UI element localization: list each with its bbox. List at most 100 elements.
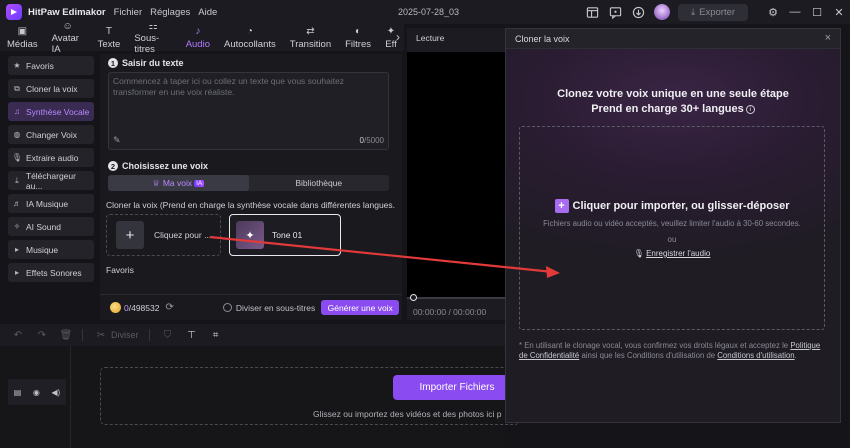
import-files-button[interactable]: Importer Fichiers <box>393 375 521 400</box>
sidebar-item-favorites[interactable]: ★ Favoris <box>8 56 94 75</box>
voice-upload-drop-zone[interactable]: + Cliquer pour importer, ou glisser-dépo… <box>519 126 825 330</box>
or-separator: ou <box>667 235 677 244</box>
sidebar-item-extract-audio[interactable]: 🎙 Extraire audio <box>8 148 94 167</box>
close-icon[interactable]: × <box>825 32 831 44</box>
import-audio-prompt[interactable]: + Cliquer pour importer, ou glisser-dépo… <box>520 199 824 213</box>
eye-icon[interactable]: ◉ <box>33 388 40 397</box>
scrubber-handle[interactable] <box>410 294 417 301</box>
tab-library[interactable]: Bibliothèque <box>249 175 390 191</box>
sidebar-item-ai-sound[interactable]: ✧ AI Sound <box>8 217 94 236</box>
media-icon: ▣ <box>17 26 28 37</box>
star-icon: ★ <box>13 61 21 70</box>
export-label: Exporter <box>699 6 736 18</box>
redo-icon[interactable]: ↷ <box>36 330 48 341</box>
tts-icon: ♫ <box>14 107 20 116</box>
sidebar-item-music[interactable]: ▸ Musique <box>8 240 94 259</box>
timeline-toolbar: ↶ ↷ 🗑 ✂ Diviser ⛉ ⊤ ⌗ <box>0 324 505 346</box>
sidebar-item-ai-music[interactable]: ♬ IA Musique <box>8 194 94 213</box>
info-icon[interactable]: i <box>745 105 755 114</box>
plus-icon: + <box>116 221 144 249</box>
triangle-right-icon: ▸ <box>14 245 19 254</box>
layout-icon[interactable] <box>585 5 599 19</box>
user-avatar[interactable] <box>654 4 670 20</box>
filter-icon: ◐ <box>355 26 362 37</box>
tab-effects[interactable]: ✦ Eff <box>378 24 404 51</box>
shield-icon[interactable]: ⛉ <box>162 330 174 341</box>
preview-panel: Lecture 00:00:00 / 00:00:00 <box>407 28 505 320</box>
tab-media[interactable]: ▣ Médias <box>0 24 45 51</box>
app-logo-icon <box>6 4 22 20</box>
crown-icon: ♕ <box>152 177 160 188</box>
split-subtitles-checkbox[interactable] <box>222 303 232 312</box>
step1-heading: 1 Saisir du texte <box>108 58 184 68</box>
step1-title: Saisir du texte <box>122 58 184 68</box>
crop-icon[interactable]: ⌗ <box>210 330 222 341</box>
toolbar-divider <box>148 329 150 341</box>
refresh-icon[interactable]: ⟳ <box>165 302 173 313</box>
sticker-icon: ◔ <box>246 26 253 37</box>
sidebar-item-change-voice[interactable]: ◍ Changer Voix <box>8 125 94 144</box>
generate-voice-button[interactable]: Générer une voix <box>321 300 400 315</box>
tool-tabs: ▣ Médias ☺ Avatar IA T Texte ⚏ Sous-titres ♪… <box>0 20 404 55</box>
tab-audio[interactable]: ♪ Audio <box>179 24 217 51</box>
timeline-drop-hint: Glissez ou importez des vidéos et des ph… <box>313 409 502 419</box>
undo-icon[interactable]: ↶ <box>12 330 24 341</box>
credits-counter: 0/498532 <box>124 302 160 313</box>
favorites-heading: Favoris <box>106 265 134 275</box>
tab-filters[interactable]: ◐ Filtres <box>338 24 378 51</box>
tab-stickers[interactable]: ◔ Autocollants <box>217 24 283 51</box>
transition-icon: ⇄ <box>306 26 315 37</box>
menu-help[interactable]: Aide <box>198 7 217 18</box>
text-icon: T <box>105 26 113 37</box>
voice-source-toggle: ♕ Ma voix IA Bibliothèque <box>108 175 389 191</box>
tts-text-placeholder: Commencez à taper ici ou collez un texte… <box>113 76 345 97</box>
sidebar-item-sound-effects[interactable]: ▸ Effets Sonores <box>8 263 94 282</box>
menu-file[interactable]: Fichier <box>114 7 143 18</box>
download-icon: ⤓ <box>15 175 19 185</box>
subtitles-icon: ⚏ <box>148 20 158 32</box>
add-clone-voice-card[interactable]: + Cliquez pour ... <box>106 214 221 256</box>
clone-voice-description: Cloner la voix (Prend en charge la synth… <box>106 200 396 210</box>
terms-link[interactable]: Conditions d'utilisation <box>717 351 794 360</box>
record-audio-link[interactable]: 🎙 Enregistrer l'audio <box>520 249 824 258</box>
step2-heading: 2 Choisissez une voix <box>108 161 208 171</box>
speaker-icon[interactable]: ◀) <box>51 388 60 397</box>
text-box-icon[interactable]: ⊤ <box>186 330 198 341</box>
settings-gear-icon[interactable]: ⚙ <box>762 0 784 24</box>
preview-scrubber[interactable] <box>407 297 505 299</box>
split-label[interactable]: Diviser <box>111 330 139 340</box>
tab-my-voice[interactable]: ♕ Ma voix IA <box>108 175 249 191</box>
voice-card-tone-01[interactable]: ✦ Tone 01 <box>229 214 341 256</box>
ia-badge: IA <box>194 179 205 187</box>
tab-avatar-ia[interactable]: ☺ Avatar IA <box>45 21 91 55</box>
close-window-icon[interactable]: ✕ <box>828 0 850 24</box>
menu-settings[interactable]: Réglages <box>150 7 190 18</box>
lock-icon[interactable]: ▤ <box>14 388 22 397</box>
scissors-icon[interactable]: ✂ <box>95 330 107 341</box>
app-title: HitPaw Edimakor <box>28 6 106 18</box>
preview-timecode: 00:00:00 / 00:00:00 <box>413 307 487 317</box>
magic-wand-icon[interactable]: ✎ <box>113 135 123 145</box>
sidebar-item-tts[interactable]: ♫ Synthèse Vocale <box>8 102 94 121</box>
clone-voice-dialog: Cloner la voix × Clonez votre voix uniqu… <box>505 28 841 423</box>
maximize-icon[interactable]: ☐ <box>806 0 828 24</box>
download-icon[interactable] <box>631 5 645 19</box>
tab-subtitles[interactable]: ⚏ Sous-titres <box>127 20 178 55</box>
delete-icon[interactable]: 🗑 <box>60 330 73 341</box>
minimize-icon[interactable]: — <box>784 0 806 24</box>
char-counter: 0/5000 <box>359 136 384 145</box>
mic-icon: 🎙 <box>11 153 23 162</box>
legal-notice: * En utilisant le clonage vocal, vous co… <box>519 341 821 360</box>
sidebar-item-audio-downloader[interactable]: ⤓ Téléchargeur au... <box>8 171 94 191</box>
tts-text-input[interactable]: Commencez à taper ici ou collez un texte… <box>108 72 389 150</box>
sidebar-item-clone-voice[interactable]: ⧉ Cloner la voix <box>8 79 94 98</box>
tab-text[interactable]: T Texte <box>91 24 128 51</box>
music-note-icon: ♪ <box>195 26 201 37</box>
tabs-next-chevron-icon[interactable]: › <box>396 30 400 44</box>
tab-transition[interactable]: ⇄ Transition <box>283 24 338 51</box>
tts-footer: 0/498532 ⟳ Diviser en sous-titres Génére… <box>100 294 402 320</box>
export-button[interactable]: ⤓ Exporter <box>678 3 748 21</box>
ai-music-icon: ♬ <box>13 199 21 208</box>
feedback-icon[interactable] <box>608 5 622 19</box>
voice-card-label: Tone 01 <box>272 230 303 240</box>
